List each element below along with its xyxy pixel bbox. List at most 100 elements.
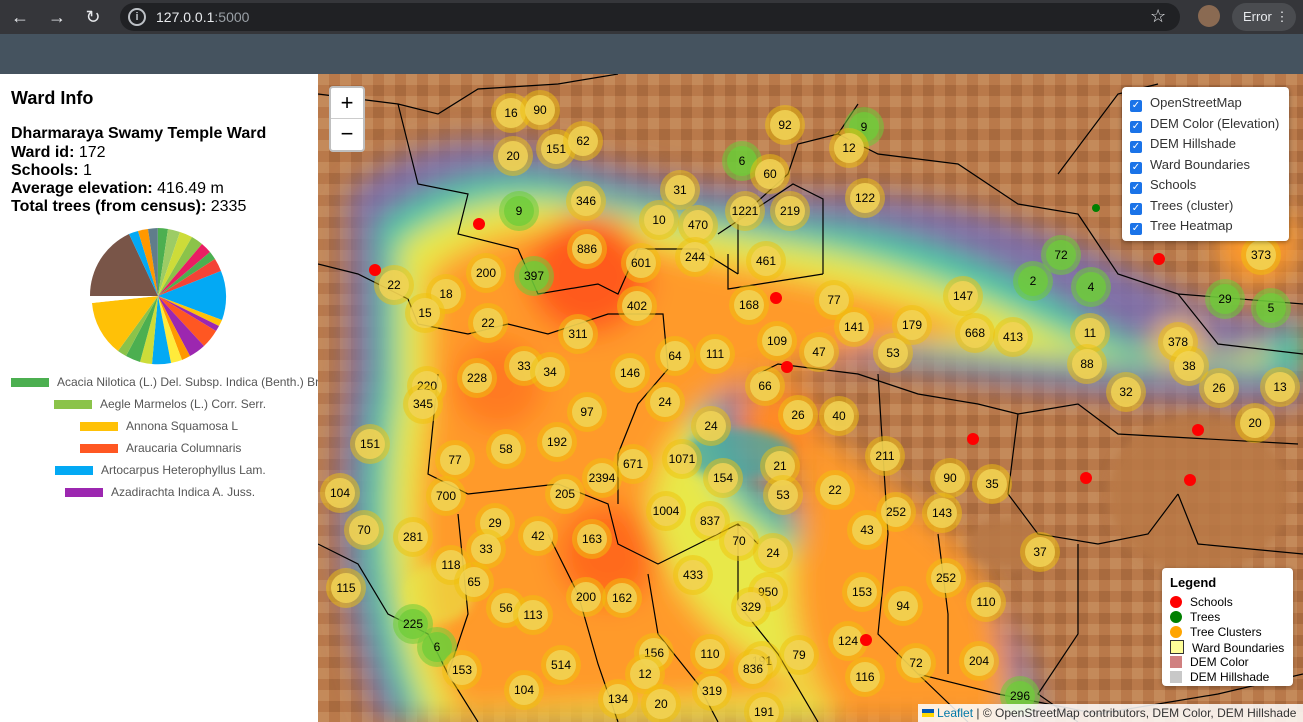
cluster-count-label: 6 bbox=[434, 640, 441, 654]
cluster-count-label: 10 bbox=[652, 213, 666, 227]
profile-avatar[interactable] bbox=[1198, 5, 1220, 27]
cluster-count-label: 668 bbox=[965, 326, 985, 340]
layer-toggle[interactable]: ✓ Schools bbox=[1130, 177, 1196, 194]
school-marker[interactable] bbox=[1080, 472, 1092, 484]
layer-checkbox[interactable]: ✓ bbox=[1130, 120, 1142, 133]
legend-swatch bbox=[1170, 596, 1182, 608]
cluster-count-label: 12 bbox=[638, 667, 652, 681]
layer-checkbox[interactable]: ✓ bbox=[1130, 202, 1142, 215]
species-label: Artocarpus Heterophyllus Lam. bbox=[101, 463, 266, 477]
species-swatch bbox=[65, 488, 103, 498]
layer-toggle[interactable]: ✓ Trees (cluster) bbox=[1130, 198, 1233, 215]
legend-title: Legend bbox=[1170, 575, 1217, 590]
cluster-count-label: 33 bbox=[479, 542, 493, 556]
layer-toggle[interactable]: ✓ OpenStreetMap bbox=[1130, 95, 1242, 112]
map-attribution: Leaflet | © OpenStreetMap contributors, … bbox=[918, 704, 1303, 722]
cluster-count-label: 143 bbox=[932, 506, 952, 520]
cluster-count-label: 20 bbox=[506, 149, 520, 163]
layer-toggle[interactable]: ✓ DEM Hillshade bbox=[1130, 136, 1236, 153]
layer-toggle[interactable]: ✓ Ward Boundaries bbox=[1130, 157, 1250, 174]
ward-schools: Schools: 1 bbox=[11, 162, 92, 179]
cluster-count-label: 26 bbox=[791, 408, 805, 422]
species-label: Acacia Nilotica (L.) Del. Subsp. Indica … bbox=[57, 375, 326, 389]
cluster-count-label: 53 bbox=[776, 488, 790, 502]
forward-arrow-icon[interactable]: → bbox=[46, 6, 68, 28]
cluster-count-label: 4 bbox=[1088, 280, 1095, 294]
cluster-count-label: 163 bbox=[582, 532, 602, 546]
cluster-count-label: 118 bbox=[441, 558, 460, 572]
leaflet-link[interactable]: Leaflet bbox=[937, 706, 973, 720]
zoom-out-button[interactable]: − bbox=[331, 118, 363, 149]
layer-toggle[interactable]: ✓ Tree Heatmap bbox=[1130, 218, 1233, 235]
layer-checkbox[interactable]: ✓ bbox=[1130, 161, 1142, 174]
layer-checkbox[interactable]: ✓ bbox=[1130, 100, 1142, 112]
school-marker[interactable] bbox=[781, 361, 793, 373]
cluster-count-label: 20 bbox=[1248, 416, 1262, 430]
cluster-count-label: 15 bbox=[418, 306, 432, 320]
cluster-count-label: 77 bbox=[448, 453, 462, 467]
map-view[interactable]: 16 90 20 151 62 92 9 12 6 60 346 31 9 10 470 1221 219 122… bbox=[318, 74, 1303, 722]
cluster-count-label: 116 bbox=[855, 670, 874, 684]
cluster-count-label: 886 bbox=[577, 242, 597, 256]
zoom-in-button[interactable]: + bbox=[331, 88, 363, 118]
profile-error-button[interactable]: Error ⋮ bbox=[1232, 3, 1296, 31]
cluster-count-label: 1071 bbox=[669, 452, 696, 466]
species-legend-item: Annona Squamosa L bbox=[80, 419, 238, 433]
cluster-count-label: 252 bbox=[936, 571, 956, 585]
cluster-count-label: 40 bbox=[832, 409, 846, 423]
school-marker[interactable] bbox=[1184, 474, 1196, 486]
cluster-count-label: 461 bbox=[756, 254, 776, 268]
cluster-count-label: 252 bbox=[886, 505, 906, 519]
school-marker[interactable] bbox=[860, 634, 872, 646]
layer-label: Schools bbox=[1150, 177, 1197, 192]
cluster-count-label: 22 bbox=[387, 278, 401, 292]
cluster-count-label: 153 bbox=[452, 663, 472, 677]
school-marker[interactable] bbox=[1192, 424, 1204, 436]
legend-label: DEM Hillshade bbox=[1190, 670, 1270, 684]
cluster-count-label: 151 bbox=[360, 437, 380, 451]
layer-toggle[interactable]: ✓ DEM Color (Elevation) bbox=[1130, 116, 1279, 133]
bookmark-star-icon[interactable]: ☆ bbox=[1150, 6, 1166, 27]
legend-label: DEM Color bbox=[1190, 655, 1249, 669]
zoom-control: + − bbox=[329, 86, 365, 152]
legend-label: Tree Clusters bbox=[1190, 625, 1262, 639]
cluster-count-label: 79 bbox=[792, 648, 806, 662]
cluster-count-label: 92 bbox=[778, 118, 792, 132]
cluster-count-label: 228 bbox=[467, 371, 487, 385]
cluster-count-label: 6 bbox=[739, 154, 746, 168]
site-info-icon[interactable]: i bbox=[128, 8, 146, 26]
school-marker[interactable] bbox=[770, 292, 782, 304]
ward-name: Dharmaraya Swamy Temple Ward bbox=[11, 125, 267, 142]
cluster-count-label: 20 bbox=[654, 697, 668, 711]
cluster-count-label: 162 bbox=[612, 591, 632, 605]
cluster-count-label: 329 bbox=[741, 600, 761, 614]
layer-checkbox[interactable]: ✓ bbox=[1130, 182, 1142, 194]
reload-icon[interactable]: ↻ bbox=[82, 6, 104, 28]
map-legend: Legend Schools Trees Tree Clusters Ward Bou… bbox=[1162, 568, 1293, 686]
layer-label: Trees (cluster) bbox=[1150, 197, 1234, 213]
school-marker[interactable] bbox=[1153, 253, 1165, 265]
cluster-count-label: 5 bbox=[1268, 301, 1275, 315]
cluster-count-label: 211 bbox=[875, 449, 894, 463]
cluster-count-label: 109 bbox=[767, 334, 787, 348]
cluster-count-label: 62 bbox=[576, 134, 590, 148]
cluster-count-label: 433 bbox=[683, 568, 703, 582]
cluster-count-label: 29 bbox=[1218, 292, 1232, 306]
back-arrow-icon[interactable]: ← bbox=[9, 6, 31, 28]
cluster-count-label: 113 bbox=[523, 608, 542, 622]
school-marker[interactable] bbox=[369, 264, 381, 276]
legend-item: Ward Boundaries bbox=[1170, 640, 1284, 655]
layer-checkbox[interactable]: ✓ bbox=[1130, 141, 1142, 153]
school-marker[interactable] bbox=[967, 433, 979, 445]
layer-checkbox[interactable]: ✓ bbox=[1130, 223, 1142, 235]
cluster-count-label: 836 bbox=[743, 662, 763, 676]
cluster-count-label: 65 bbox=[467, 575, 481, 589]
cluster-count-label: 191 bbox=[754, 705, 774, 719]
school-marker[interactable] bbox=[473, 218, 485, 230]
cluster-count-label: 18 bbox=[439, 287, 453, 301]
cluster-count-label: 134 bbox=[608, 692, 628, 706]
cluster-count-label: 33 bbox=[517, 359, 531, 373]
cluster-count-label: 296 bbox=[1010, 689, 1030, 703]
address-bar[interactable]: i 127.0.0.1:5000 bbox=[120, 3, 1180, 31]
cluster-count-label: 70 bbox=[732, 534, 746, 548]
